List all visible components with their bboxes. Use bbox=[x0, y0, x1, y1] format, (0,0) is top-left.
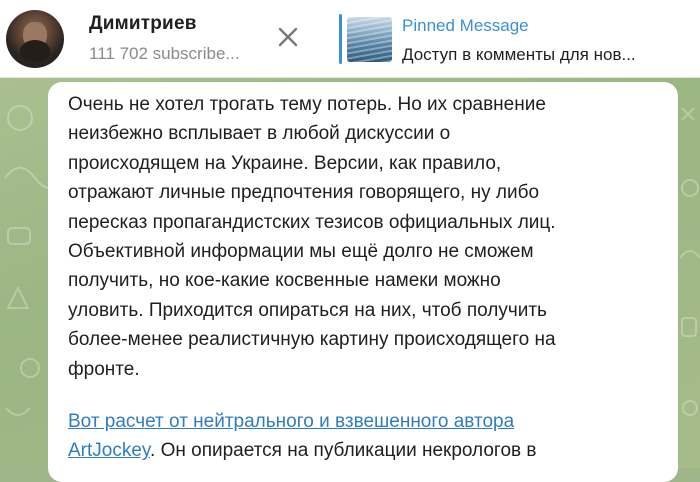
pinned-message[interactable]: Pinned Message Доступ в комменты для нов… bbox=[402, 16, 636, 65]
pinned-thumbnail[interactable] bbox=[347, 17, 392, 62]
avatar-beard bbox=[20, 40, 50, 62]
close-icon bbox=[278, 27, 298, 47]
chat-header: Димитриев 111 702 subscribe... Pinned Me… bbox=[0, 0, 700, 78]
message-paragraph-1: Очень не хотел трогать тему потерь. Но и… bbox=[68, 94, 556, 380]
author-link[interactable]: Вот расчет от нейтрального и взвешенного… bbox=[68, 411, 514, 432]
pinned-title: Pinned Message bbox=[402, 16, 529, 35]
pinned-indicator-bar bbox=[339, 14, 342, 64]
pinned-preview: Доступ в комменты для нов... bbox=[402, 45, 636, 64]
channel-title-block[interactable]: Димитриев 111 702 subscribe... bbox=[89, 13, 240, 64]
message-bubble[interactable]: Очень не хотел трогать тему потерь. Но и… bbox=[48, 82, 678, 482]
message-text-continuation: . Он опирается на публикации некрологов … bbox=[150, 440, 537, 462]
artjockey-link[interactable]: ArtJockey bbox=[68, 440, 150, 461]
subscriber-count: 111 702 subscribe... bbox=[89, 44, 240, 63]
channel-name: Димитриев bbox=[89, 13, 197, 34]
close-button[interactable] bbox=[273, 22, 303, 52]
message-paragraph-2: Вот расчет от нейтрального и взвешенного… bbox=[68, 407, 668, 466]
channel-avatar[interactable] bbox=[6, 10, 64, 68]
